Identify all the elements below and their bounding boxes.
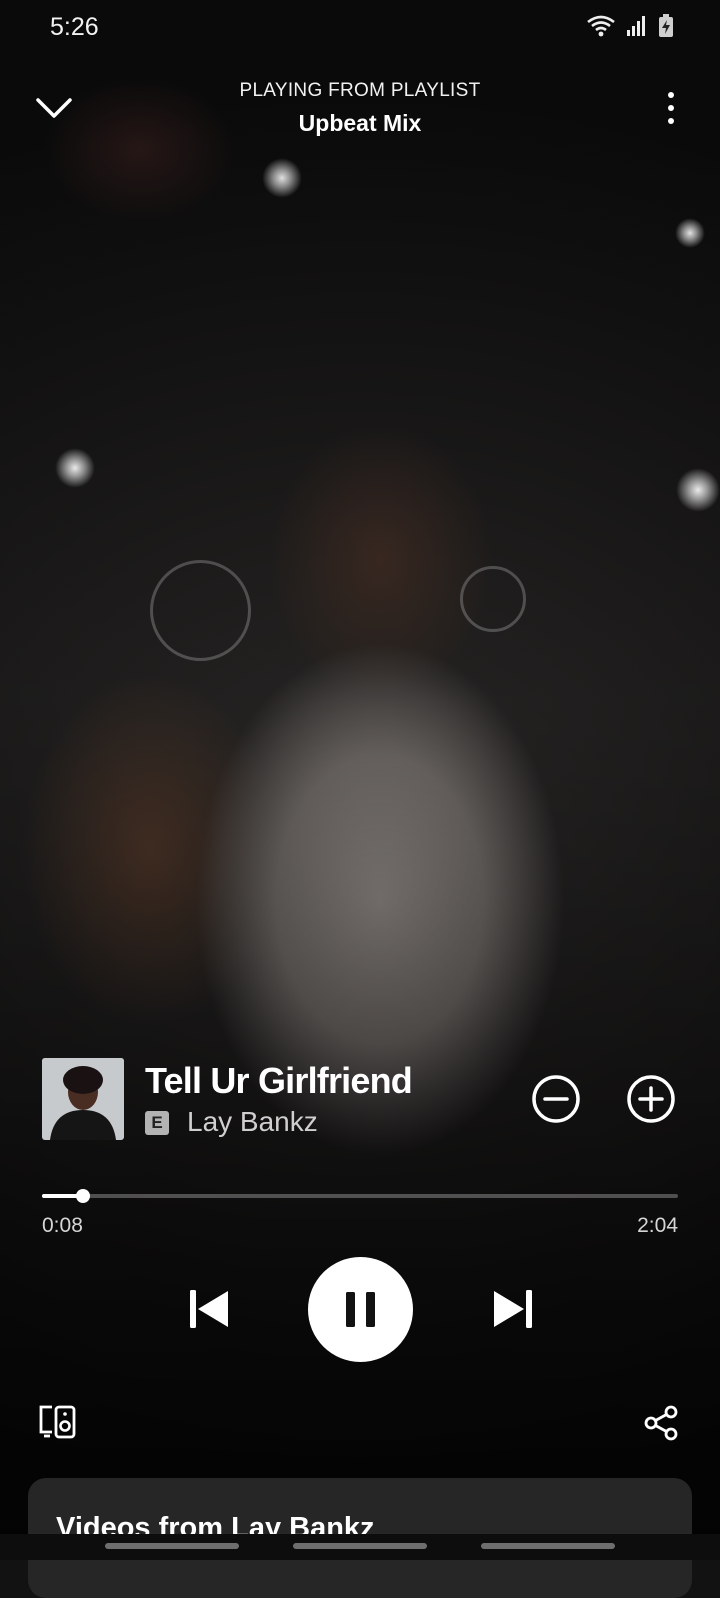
track-info: Tell Ur Girlfriend E Lay Bankz <box>42 1058 682 1142</box>
pause-button[interactable] <box>308 1257 413 1362</box>
share-icon[interactable] <box>642 1404 680 1442</box>
status-bar: 5:26 <box>0 0 720 54</box>
wifi-icon <box>587 15 615 37</box>
nav-home-handle[interactable] <box>293 1543 427 1549</box>
skip-previous-icon[interactable] <box>186 1286 232 1332</box>
devices-icon[interactable] <box>38 1402 78 1442</box>
nav-back-handle[interactable] <box>481 1543 615 1549</box>
progress-bar[interactable] <box>42 1187 678 1207</box>
status-icons <box>586 14 674 38</box>
now-playing-header: PLAYING FROM PLAYLIST Upbeat Mix <box>0 70 720 150</box>
playing-from-label: PLAYING FROM PLAYLIST <box>239 80 481 101</box>
minus-circle-icon[interactable] <box>530 1073 582 1125</box>
pause-icon <box>346 1292 375 1327</box>
explicit-badge: E <box>145 1111 169 1135</box>
total-time: 2:04 <box>637 1214 678 1237</box>
album-art[interactable] <box>42 1058 124 1140</box>
signal-icon <box>627 16 645 36</box>
skip-next-icon[interactable] <box>490 1286 536 1332</box>
progress-handle[interactable] <box>76 1189 90 1203</box>
track-title[interactable]: Tell Ur Girlfriend <box>145 1060 413 1102</box>
playlist-name[interactable]: Upbeat Mix <box>0 110 720 137</box>
system-nav-bar <box>0 1534 720 1560</box>
plus-circle-icon[interactable] <box>625 1073 677 1125</box>
nav-recents-handle[interactable] <box>105 1543 239 1549</box>
status-time: 5:26 <box>50 13 99 41</box>
battery-charging-icon <box>659 14 673 37</box>
more-vertical-icon[interactable] <box>658 88 684 128</box>
progress-track <box>42 1194 678 1198</box>
elapsed-time: 0:08 <box>42 1214 83 1237</box>
artist-name[interactable]: Lay Bankz <box>187 1106 318 1138</box>
